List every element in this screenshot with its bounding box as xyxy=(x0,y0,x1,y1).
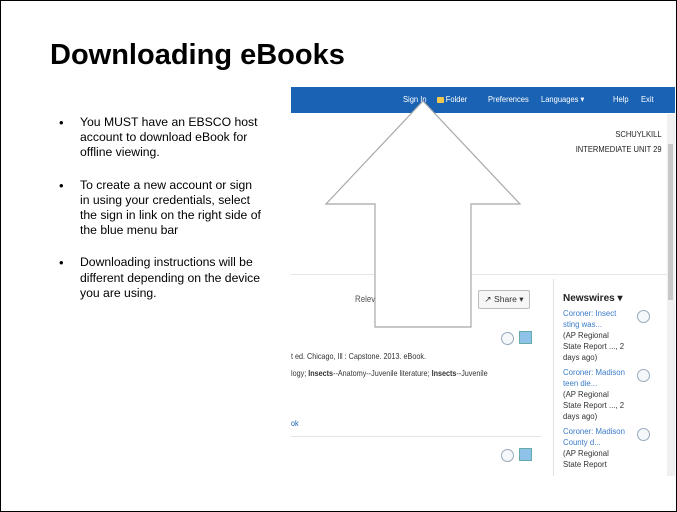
up-arrow-icon xyxy=(324,100,522,328)
bullet-item: To create a new account or sign in using… xyxy=(59,178,264,239)
bullet-item: Downloading instructions will be differe… xyxy=(59,255,264,301)
slide-title: Downloading eBooks xyxy=(50,39,345,71)
bullet-list: You MUST have an EBSCO host account to d… xyxy=(59,115,264,318)
bullet-item: You MUST have an EBSCO host account to d… xyxy=(59,115,264,161)
ebsco-screenshot: Sign In Folder Preferences Languages ▾ H… xyxy=(291,84,675,476)
slide: Downloading eBooks You MUST have an EBSC… xyxy=(0,0,677,512)
